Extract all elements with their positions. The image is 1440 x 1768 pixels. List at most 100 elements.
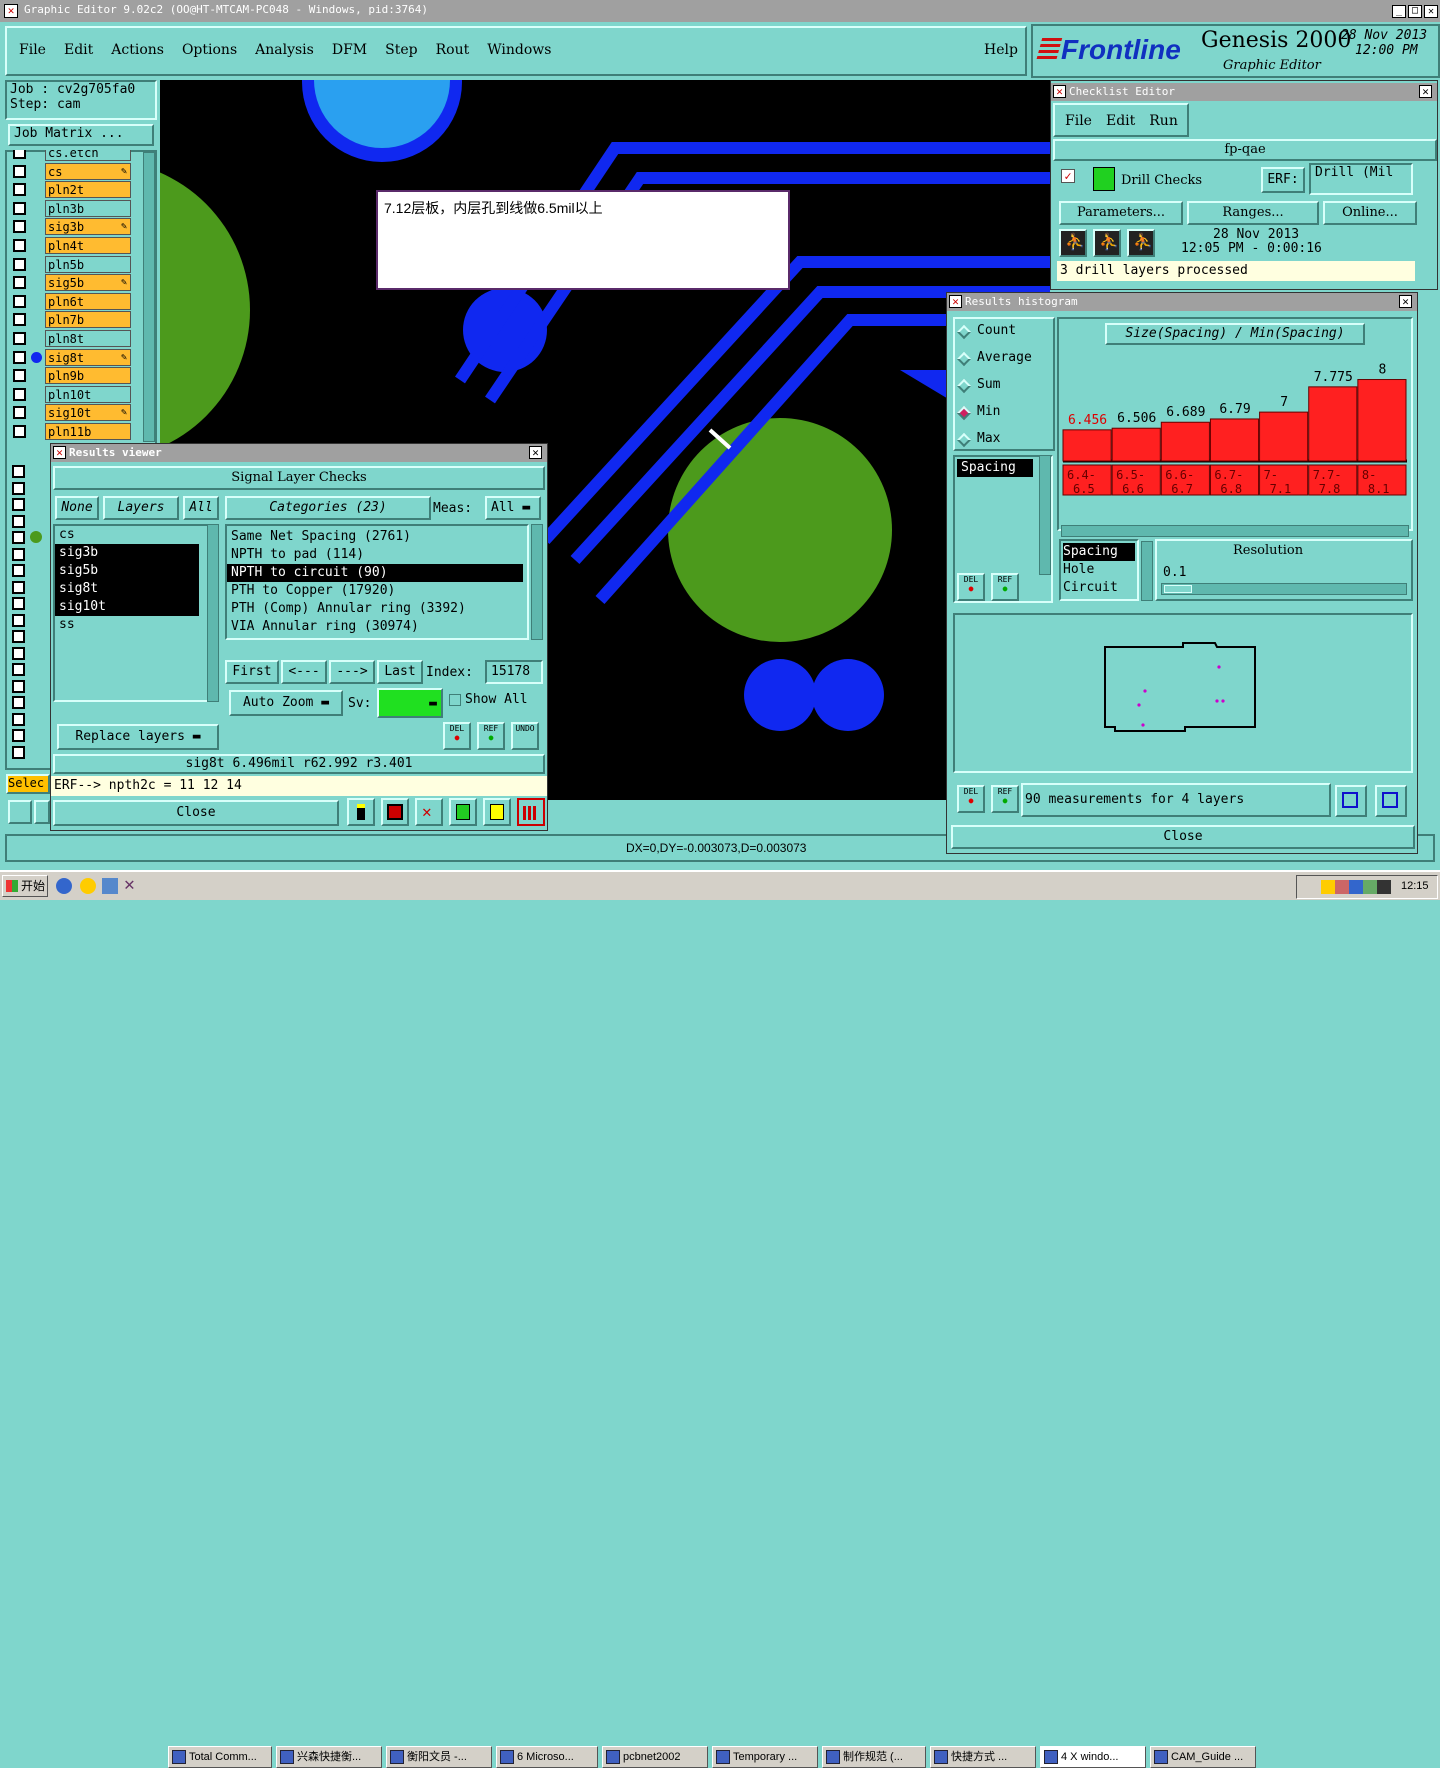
taskbar-item[interactable]: Temporary ... <box>712 1746 818 1768</box>
check-icon[interactable]: ✓ <box>1061 169 1075 183</box>
layer-visibility-box[interactable] <box>13 164 26 178</box>
layer-visibility-box[interactable] <box>13 257 26 271</box>
category-item[interactable]: NPTH to pad (114) <box>227 546 523 564</box>
layer-visibility-box[interactable] <box>12 613 25 627</box>
taskbar-item[interactable]: 快捷方式 ... <box>930 1746 1036 1768</box>
all-button[interactable]: All <box>183 496 219 520</box>
function-option[interactable]: Max <box>956 431 1055 458</box>
zoom-in-button[interactable] <box>1335 785 1367 817</box>
layer-visibility-box[interactable] <box>12 580 25 594</box>
function-option[interactable]: Min <box>956 404 1055 431</box>
layers-button[interactable]: Layers <box>103 496 179 520</box>
function-option[interactable]: Sum <box>956 377 1055 404</box>
layer-visibility-box[interactable] <box>13 313 26 327</box>
layer-visibility-box[interactable] <box>13 294 26 308</box>
close-icon[interactable]: ✕ <box>1399 295 1412 308</box>
category-option[interactable]: Circuit <box>1063 579 1135 597</box>
layer-visibility-box[interactable] <box>13 276 26 290</box>
bottom-ref-button[interactable]: REF ● <box>991 785 1019 813</box>
layer-visibility-box[interactable] <box>12 564 25 577</box>
ranges-button[interactable]: Ranges... <box>1187 201 1319 225</box>
layer-list-item[interactable]: cs <box>55 526 199 544</box>
value-item[interactable]: Spacing <box>957 459 1033 477</box>
function-option[interactable]: Average <box>956 350 1055 377</box>
menu-step[interactable]: Step <box>385 42 417 58</box>
hist-ref-button[interactable]: REF ● <box>991 573 1019 601</box>
radio-icon[interactable] <box>956 405 972 421</box>
tool-icon-5[interactable] <box>483 798 511 826</box>
checklist-menu-run[interactable]: Run <box>1149 113 1178 129</box>
layer-visibility-box[interactable] <box>13 387 26 401</box>
minimize-button[interactable]: _ <box>1392 5 1406 18</box>
first-button[interactable]: First <box>225 660 279 684</box>
tool-button-1[interactable] <box>8 800 32 824</box>
note-box[interactable]: 7.12层板，内层孔到线做6.5mil以上 <box>376 190 790 290</box>
results-close-button[interactable]: Close <box>53 800 339 826</box>
category-option[interactable]: Spacing <box>1063 543 1135 561</box>
layer-row[interactable]: pln5b <box>13 255 133 273</box>
layer-list-item[interactable]: ss <box>55 616 199 634</box>
layer-select-scrollbar[interactable] <box>207 524 219 702</box>
category-item[interactable]: PTH to Copper (17920) <box>227 582 523 600</box>
layer-visibility-box[interactable] <box>12 547 25 561</box>
layer-visibility-box[interactable] <box>13 425 26 438</box>
close-window-button[interactable]: ✕ <box>1424 5 1438 18</box>
bottom-del-button[interactable]: DEL ● <box>957 785 985 813</box>
layer-visibility-box[interactable] <box>12 531 25 544</box>
layer-visibility-box[interactable] <box>13 220 26 234</box>
job-matrix-button[interactable]: Job Matrix ... <box>8 124 154 146</box>
layer-visibility-box[interactable] <box>13 150 26 159</box>
index-input[interactable]: 15178 <box>485 660 543 684</box>
layer-visibility-box[interactable] <box>13 332 26 345</box>
taskbar-item[interactable]: 兴森快捷衡... <box>276 1746 382 1768</box>
run-icon-2[interactable]: ⛹ <box>1093 229 1121 257</box>
layer-row[interactable]: sig3b ✎ <box>13 218 133 236</box>
taskbar-item[interactable]: Total Comm... <box>168 1746 272 1768</box>
menu-actions[interactable]: Actions <box>111 42 164 58</box>
menu-analysis[interactable]: Analysis <box>255 42 314 58</box>
sel-label[interactable]: Selec <box>6 774 50 794</box>
close-icon[interactable]: ✕ <box>1419 85 1432 98</box>
category-item[interactable]: NPTH to circuit (90) <box>227 564 523 582</box>
ie-icon[interactable] <box>56 878 72 894</box>
taskbar-item[interactable]: CAM_Guide ... <box>1150 1746 1256 1768</box>
taskbar-item[interactable]: pcbnet2002 <box>602 1746 708 1768</box>
layer-row[interactable]: pln4t <box>13 237 133 254</box>
meas-dropdown[interactable]: All ▬ <box>485 496 541 520</box>
layer-row[interactable]: pln8t <box>13 330 133 347</box>
menu-rout[interactable]: Rout <box>436 42 470 58</box>
radio-icon[interactable] <box>956 324 972 340</box>
undo-button[interactable]: UNDO <box>511 722 539 750</box>
layer-visibility-box[interactable] <box>12 679 25 693</box>
menu-options[interactable]: Options <box>182 42 237 58</box>
taskbar-item[interactable]: 6 Microso... <box>496 1746 598 1768</box>
layer-visibility-box[interactable] <box>12 696 25 709</box>
layer-visibility-box[interactable] <box>12 514 25 528</box>
layer-visibility-box[interactable] <box>12 712 25 726</box>
category-item[interactable]: PTH (Comp) Annular ring (3392) <box>227 600 523 618</box>
parameters-button[interactable]: Parameters... <box>1059 201 1183 225</box>
layer-row[interactable]: pln11b <box>13 423 133 440</box>
layer-list-item[interactable]: sig10t <box>55 598 199 616</box>
menu-file[interactable]: File <box>19 42 46 58</box>
layer-visibility-box[interactable] <box>12 729 25 742</box>
layer-visibility-box[interactable] <box>13 239 26 252</box>
layer-row[interactable]: pln3b <box>13 199 133 217</box>
category-item[interactable]: Same Net Spacing (2761) <box>227 528 523 546</box>
chart-scrollbar[interactable] <box>1061 525 1409 537</box>
run-icon-3[interactable]: ⛹ <box>1127 229 1155 257</box>
layer-list-item[interactable]: sig3b <box>55 544 199 562</box>
checklist-menu-edit[interactable]: Edit <box>1106 113 1135 129</box>
close-icon[interactable]: ✕ <box>529 446 542 459</box>
layer-row[interactable]: cs.etch <box>13 150 133 161</box>
layer-row[interactable]: sig10t ✎ <box>13 404 133 422</box>
layer-row[interactable]: pln6t <box>13 292 133 310</box>
clock-icon[interactable] <box>80 878 96 894</box>
layer-visibility-box[interactable] <box>13 183 26 197</box>
layer-row[interactable]: pln2t <box>13 181 133 199</box>
last-button[interactable]: Last <box>377 660 423 684</box>
run-icon-1[interactable]: ⛹ <box>1059 229 1087 257</box>
layer-visibility-box[interactable] <box>12 498 25 511</box>
layer-row[interactable]: sig8t ✎ <box>13 348 133 366</box>
taskbar-item[interactable]: 衡阳文员 -... <box>386 1746 492 1768</box>
